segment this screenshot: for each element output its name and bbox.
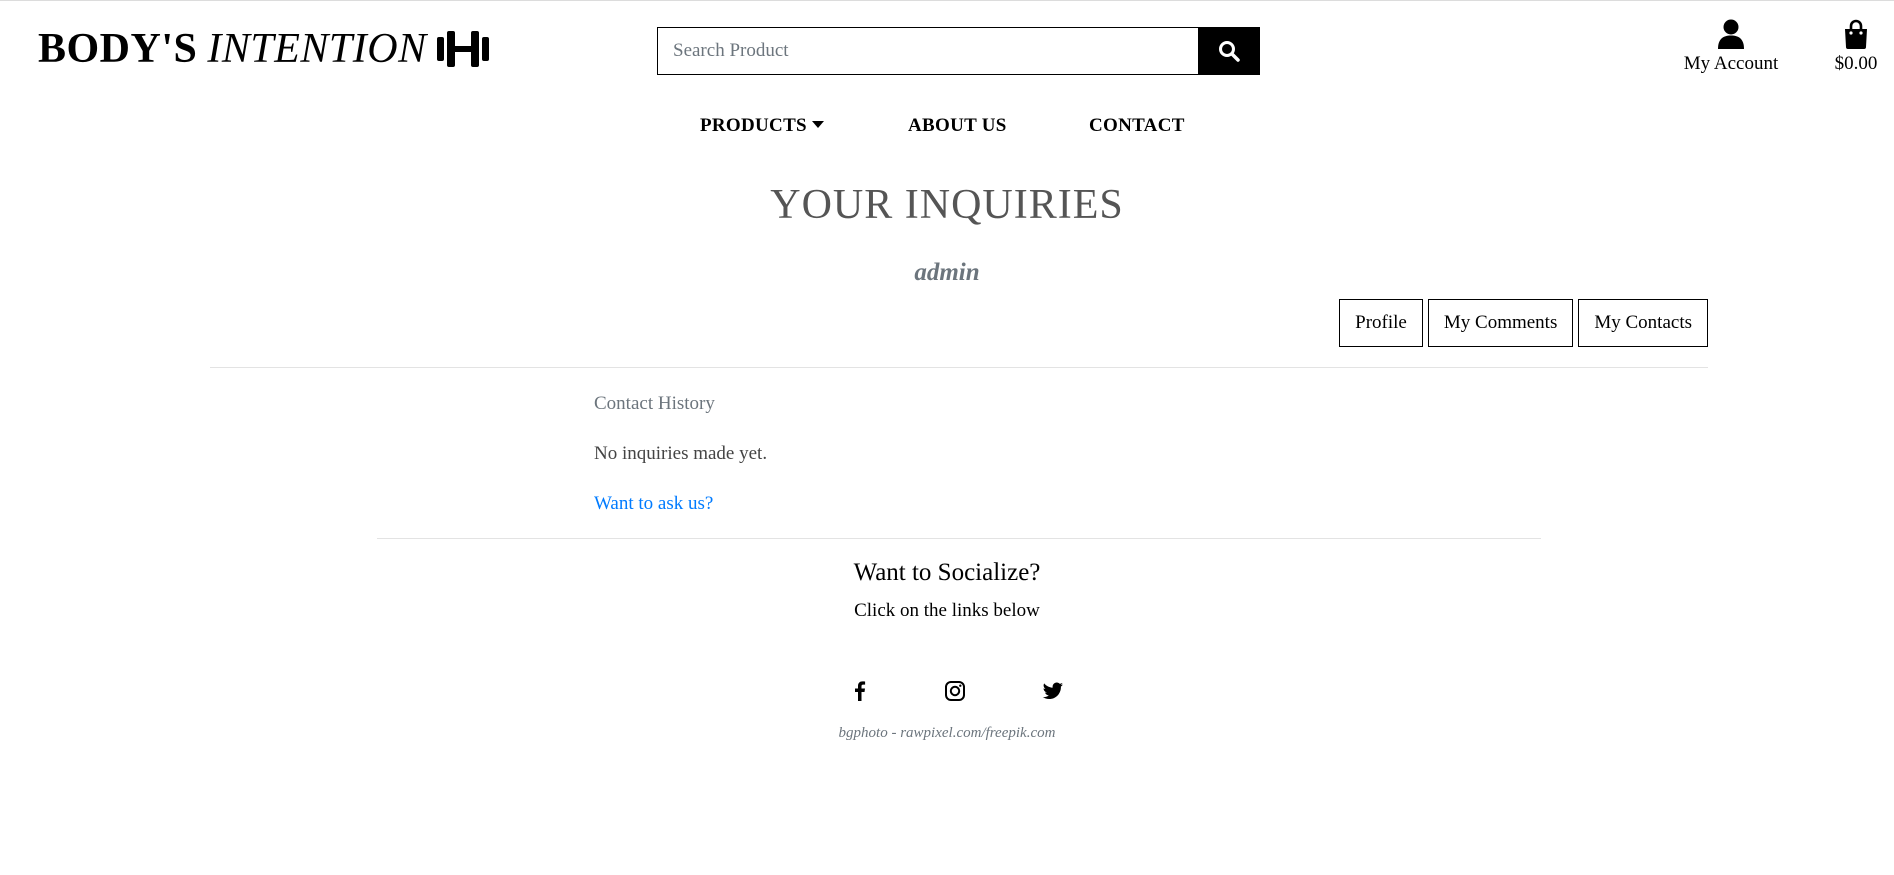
user-icon [1718, 19, 1744, 49]
empty-inquiries-message: No inquiries made yet. [594, 443, 768, 464]
shopping-bag-link[interactable]: $0.00 [1826, 19, 1886, 75]
shopping-bag-icon [1845, 19, 1867, 49]
brand-name-bold: BODY'S [38, 26, 198, 72]
search-button[interactable] [1198, 27, 1260, 75]
social-subtitle: Click on the links below [854, 600, 1040, 621]
page-title: YOUR INQUIRIES [770, 182, 1124, 228]
my-account-link[interactable]: My Account [1676, 19, 1786, 75]
profile-button[interactable]: Profile [1339, 299, 1423, 347]
brand-logo[interactable]: BODY'S INTENTION [38, 25, 489, 73]
contact-history-heading: Contact History [594, 393, 715, 414]
my-comments-button[interactable]: My Comments [1427, 299, 1574, 347]
page: BODY'S INTENTION My Account [0, 0, 1894, 875]
brand-name-italic: INTENTION [207, 26, 427, 72]
cart-total: $0.00 [1834, 53, 1878, 74]
nav-contact[interactable]: CONTACT [1089, 115, 1185, 137]
twitter-icon[interactable] [1041, 679, 1065, 703]
my-contacts-button[interactable]: My Contacts [1578, 299, 1708, 347]
photo-credit: bgphoto - rawpixel.com/freepik.com [838, 725, 1056, 741]
ask-us-link[interactable]: Want to ask us? [594, 493, 713, 515]
divider [210, 367, 1708, 368]
dumbbell-icon [436, 31, 489, 67]
social-title: Want to Socialize? [853, 559, 1041, 586]
username: admin [914, 259, 980, 286]
footer-divider [377, 538, 1541, 539]
nav-products[interactable]: PRODUCTS [700, 115, 824, 137]
search-input[interactable] [657, 27, 1198, 75]
caret-down-icon [811, 121, 824, 129]
profile-button-group: Profile My Comments My Contacts [1339, 299, 1708, 347]
search-icon [1219, 41, 1240, 62]
search-form [657, 27, 1260, 75]
nav-about-us[interactable]: ABOUT US [908, 115, 1007, 137]
facebook-icon[interactable] [848, 679, 872, 703]
nav-products-label: PRODUCTS [700, 115, 807, 136]
instagram-icon[interactable] [943, 679, 967, 703]
my-account-label: My Account [1683, 53, 1779, 74]
